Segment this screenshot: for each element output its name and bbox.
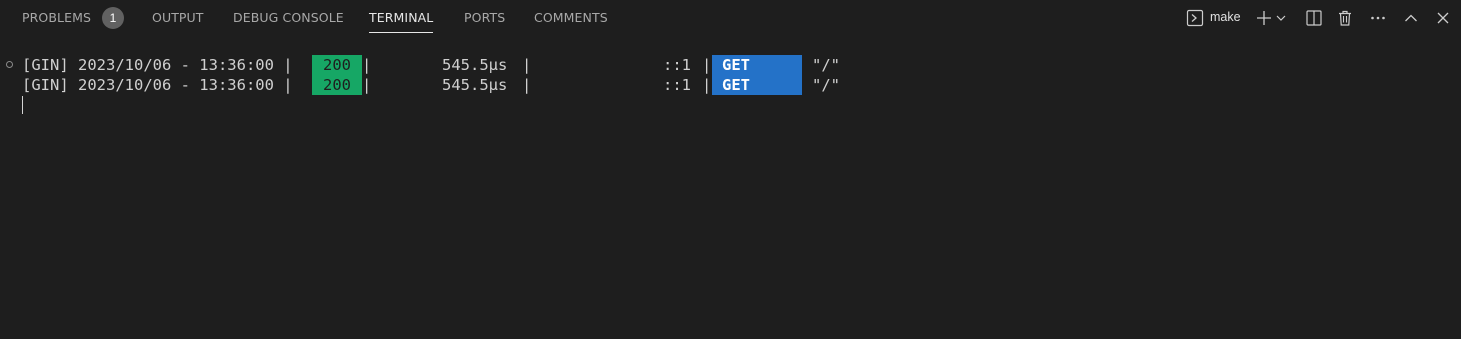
terminal-panel: PROBLEMS 1 OUTPUT DEBUG CONSOLE TERMINAL… bbox=[0, 0, 1461, 339]
separator: | bbox=[522, 56, 532, 74]
http-method: GET bbox=[712, 75, 802, 95]
terminal-name[interactable]: make bbox=[1210, 0, 1241, 35]
tab-debug-console-label: DEBUG CONSOLE bbox=[233, 10, 344, 25]
more-icon[interactable] bbox=[1367, 7, 1389, 29]
tab-comments-label: COMMENTS bbox=[534, 10, 608, 25]
terminal-icon[interactable] bbox=[1184, 7, 1206, 29]
log-prefix: [GIN] 2023/10/06 - 13:36:00 | bbox=[22, 56, 293, 74]
tab-problems[interactable]: PROBLEMS bbox=[22, 0, 91, 35]
status-code: 200 bbox=[312, 55, 362, 75]
tab-problems-label: PROBLEMS bbox=[22, 10, 92, 25]
tab-comments[interactable]: COMMENTS bbox=[534, 0, 608, 35]
latency: 545.5µs bbox=[442, 76, 508, 94]
tab-ports[interactable]: PORTS bbox=[464, 0, 505, 35]
tab-terminal-label: TERMINAL bbox=[369, 10, 434, 25]
tab-output[interactable]: OUTPUT bbox=[152, 0, 204, 35]
status-code: 200 bbox=[312, 75, 362, 95]
client-ip: ::1 bbox=[663, 56, 691, 74]
log-prefix: [GIN] 2023/10/06 - 13:36:00 | bbox=[22, 76, 293, 94]
tab-output-label: OUTPUT bbox=[152, 10, 204, 25]
request-path: "/" bbox=[812, 76, 840, 94]
separator: | bbox=[702, 76, 712, 94]
client-ip: ::1 bbox=[663, 76, 691, 94]
request-path: "/" bbox=[812, 56, 840, 74]
panel-tab-bar: PROBLEMS 1 OUTPUT DEBUG CONSOLE TERMINAL… bbox=[0, 0, 1461, 35]
chevron-up-icon[interactable] bbox=[1400, 7, 1422, 29]
separator: | bbox=[702, 56, 712, 74]
trash-icon[interactable] bbox=[1334, 7, 1356, 29]
separator: | bbox=[362, 56, 372, 74]
tab-ports-label: PORTS bbox=[464, 10, 506, 25]
http-method: GET bbox=[712, 55, 802, 75]
separator: | bbox=[362, 76, 372, 94]
terminal-line: [GIN] 2023/10/06 - 13:36:00 | 200 | 545.… bbox=[0, 55, 1461, 75]
close-icon[interactable] bbox=[1432, 7, 1454, 29]
tab-debug-console[interactable]: DEBUG CONSOLE bbox=[233, 0, 344, 35]
terminal-line: [GIN] 2023/10/06 - 13:36:00 | 200 | 545.… bbox=[0, 75, 1461, 95]
plus-icon[interactable] bbox=[1253, 7, 1275, 29]
latency: 545.5µs bbox=[442, 56, 508, 74]
chevron-down-icon[interactable] bbox=[1274, 7, 1288, 29]
separator: | bbox=[522, 76, 532, 94]
terminal-cursor bbox=[22, 96, 23, 114]
problems-count-badge: 1 bbox=[102, 7, 124, 29]
split-icon[interactable] bbox=[1303, 7, 1325, 29]
tab-terminal[interactable]: TERMINAL bbox=[369, 0, 434, 35]
